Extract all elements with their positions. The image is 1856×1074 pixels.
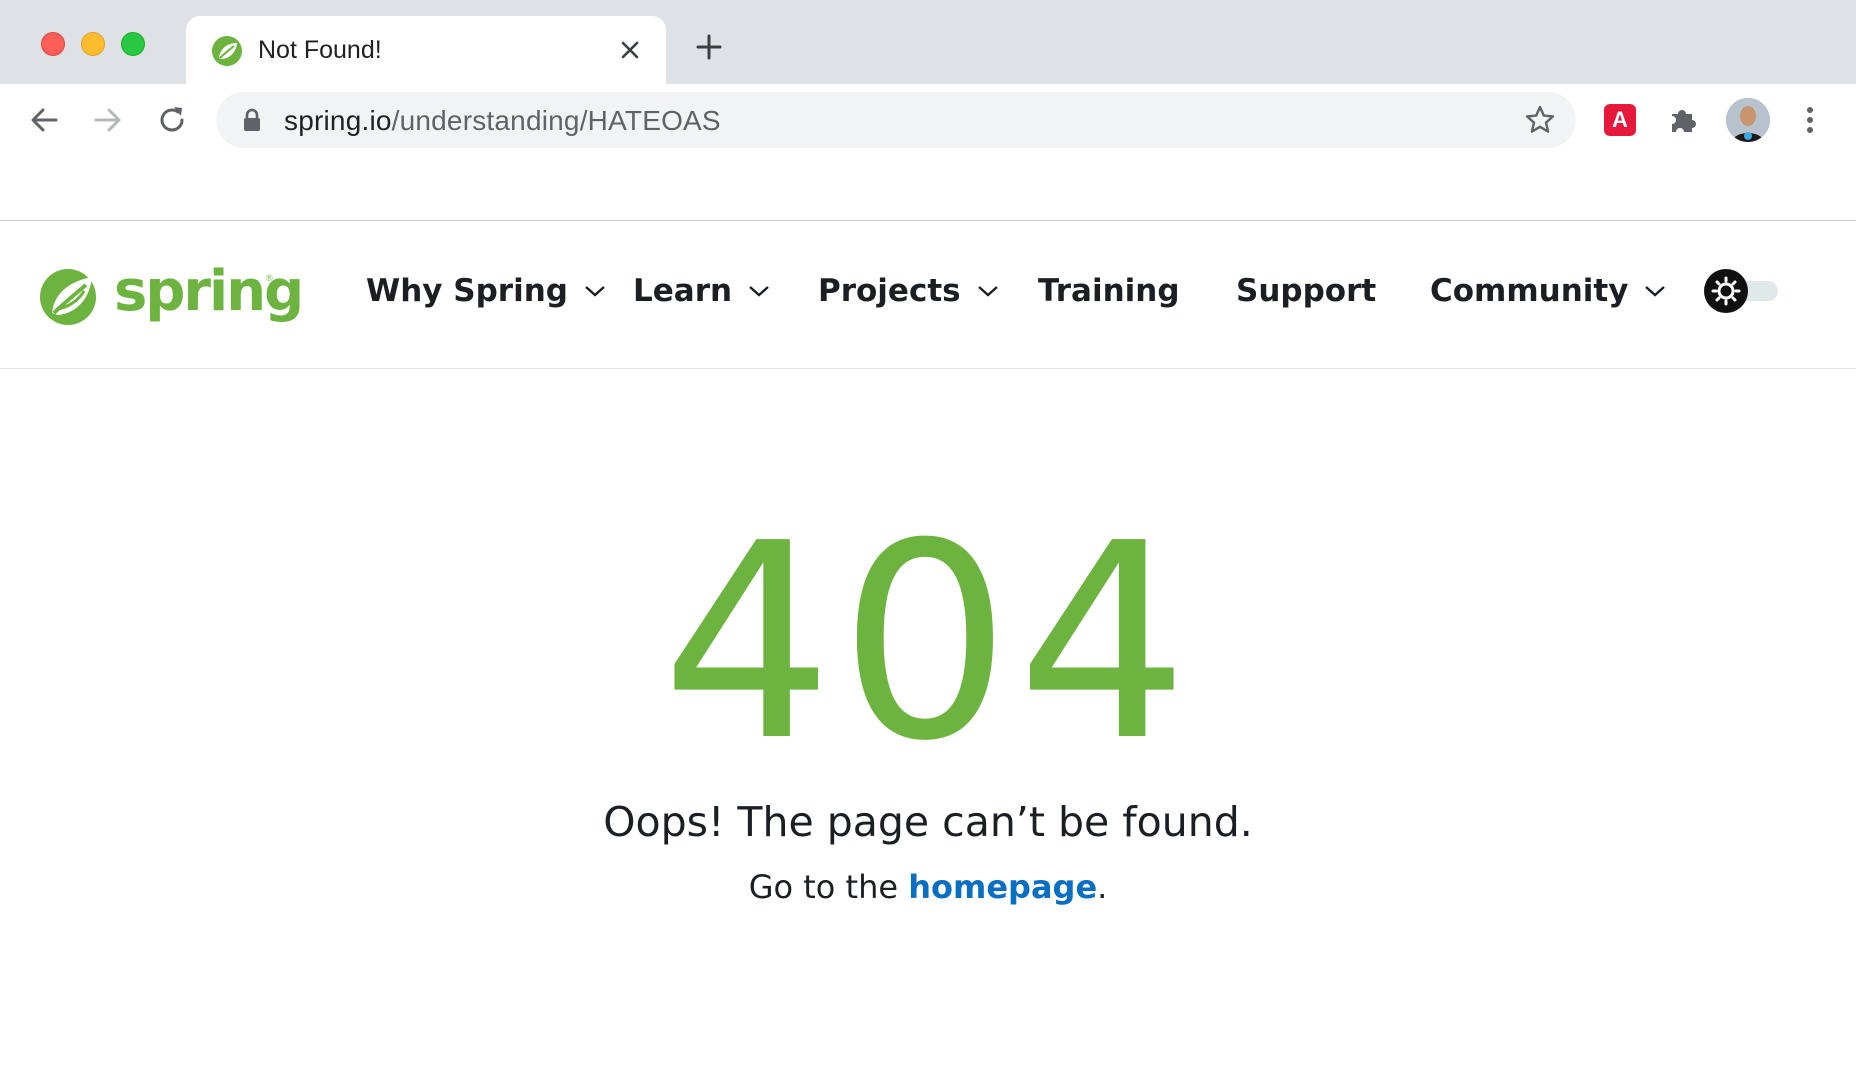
spring-leaf-icon [212,36,242,66]
reload-icon[interactable] [154,102,190,138]
nav-why-spring-label: Why Spring [366,273,568,309]
nav-why-spring[interactable]: Why Spring [366,273,606,309]
browser-toolbar: spring.io/understanding/HATEOAS A [0,84,1856,156]
window-close-button[interactable] [41,32,65,56]
back-arrow-icon[interactable] [26,102,62,138]
nav-projects-label: Projects [818,273,961,309]
chevron-down-icon [977,286,998,297]
homepage-prompt-suffix: . [1097,868,1108,906]
nav-learn-label: Learn [633,273,733,309]
url-host: spring.io [284,105,392,136]
error-code: 404 [661,485,1195,800]
nav-training[interactable]: Training [1038,273,1180,309]
kebab-menu-icon[interactable] [1798,102,1822,138]
spring-leaf-icon [40,269,96,325]
lock-icon[interactable] [242,108,262,132]
browser-tab-active[interactable]: Not Found! [186,16,666,84]
logo-wordmark: spring [114,259,304,324]
sun-gear-icon [1711,276,1741,306]
site-header: spring ® Why Spring Learn Projects Train… [0,221,1856,369]
homepage-prompt-prefix: Go to the [748,868,909,906]
window-minimize-button[interactable] [81,32,105,56]
address-bar[interactable]: spring.io/understanding/HATEOAS [216,92,1576,148]
nav-community-label: Community [1430,273,1629,309]
plus-icon[interactable] [692,30,726,64]
nav-support[interactable]: Support [1236,273,1376,309]
toggle-knob [1704,269,1748,313]
extension-a-icon[interactable]: A [1604,104,1636,136]
url-text[interactable]: spring.io/understanding/HATEOAS [284,105,721,137]
homepage-prompt: Go to the homepage. [0,868,1856,906]
forward-arrow-icon[interactable] [90,102,126,138]
url-path: /understanding/HATEOAS [391,105,721,136]
window-zoom-button[interactable] [121,32,145,56]
chevron-down-icon [585,286,605,297]
nav-support-label: Support [1236,273,1377,309]
nav-community[interactable]: Community [1430,273,1666,309]
spring-logo[interactable]: spring ® [38,259,304,327]
chevron-down-icon [749,286,769,297]
profile-photo-icon [1726,98,1770,142]
nav-projects[interactable]: Projects [818,273,999,309]
nav-learn[interactable]: Learn [633,273,770,309]
star-icon[interactable] [1524,104,1556,136]
error-message: Oops! The page can’t be found. [603,798,1253,846]
browser-tab-bar: Not Found! [0,0,1856,84]
puzzle-icon[interactable] [1666,104,1698,136]
nav-training-label: Training [1038,273,1180,309]
tab-title: Not Found! [258,36,382,64]
chevron-down-icon [1645,286,1666,297]
registered-mark: ® [266,273,273,283]
theme-toggle[interactable] [1704,269,1778,313]
close-icon[interactable] [614,34,646,66]
avatar[interactable] [1726,98,1770,142]
homepage-link[interactable]: homepage [908,868,1097,906]
